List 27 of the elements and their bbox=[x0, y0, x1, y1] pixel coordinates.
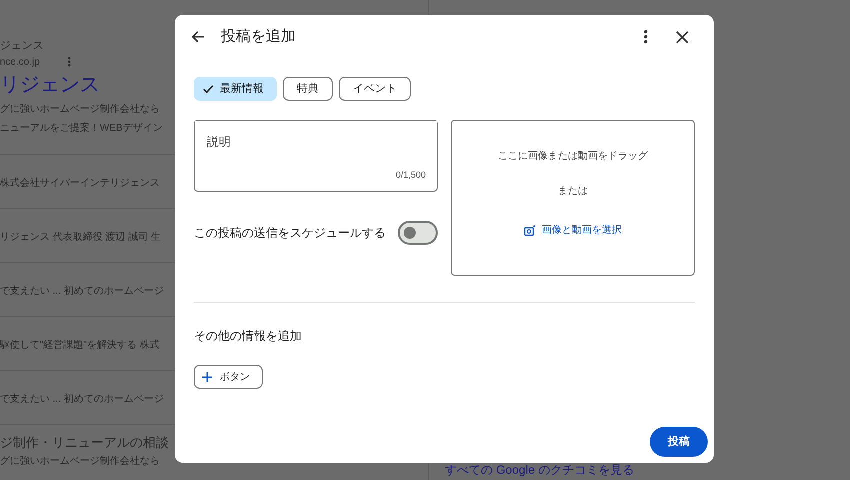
post-type-chip[interactable]: 特典 bbox=[283, 77, 333, 101]
dropzone-or: または bbox=[558, 185, 588, 199]
select-media-link[interactable]: 画像と動画を選択 bbox=[524, 223, 622, 238]
description-field[interactable]: 説明 0/1,500 bbox=[194, 120, 438, 192]
result-text: リジェンス 代表取締役 渡辺 誠司 生 bbox=[0, 230, 162, 244]
post-type-chip[interactable]: 最新情報 bbox=[194, 77, 277, 101]
plus-icon bbox=[202, 372, 213, 382]
result-text: 株式会社サイバーインテリジェンス bbox=[0, 176, 160, 190]
result-text: で支えたい ... 初めてのホームページ bbox=[0, 284, 164, 298]
schedule-toggle[interactable] bbox=[398, 221, 438, 245]
dropzone-hint: ここに画像または動画をドラッグ bbox=[498, 150, 648, 164]
character-counter: 0/1,500 bbox=[396, 168, 426, 182]
schedule-label: この投稿の送信をスケジュールする bbox=[194, 225, 386, 242]
result-snippet: グに強いホームページ制作会社なら bbox=[0, 102, 161, 116]
add-button-button[interactable]: ボタン bbox=[194, 365, 263, 389]
post-type-chip[interactable]: イベント bbox=[339, 77, 411, 101]
post-button[interactable]: 投稿 bbox=[650, 427, 708, 457]
site-url: nce.co.jp bbox=[0, 56, 40, 70]
dialog-title: 投稿を追加 bbox=[221, 26, 296, 47]
site-name: ジェンス bbox=[0, 39, 45, 54]
result-text: 駆使して"経営課題"を解決する 株式 bbox=[0, 338, 160, 352]
result-text: で支えたい ... 初めてのホームページ bbox=[0, 392, 164, 406]
camera-icon bbox=[524, 224, 536, 236]
check-icon bbox=[203, 84, 214, 94]
section-heading: その他の情報を追加 bbox=[194, 328, 303, 345]
result-snippet: グに強いホームページ制作会社なら bbox=[0, 454, 161, 469]
kebab-menu-icon[interactable] bbox=[68, 57, 72, 67]
